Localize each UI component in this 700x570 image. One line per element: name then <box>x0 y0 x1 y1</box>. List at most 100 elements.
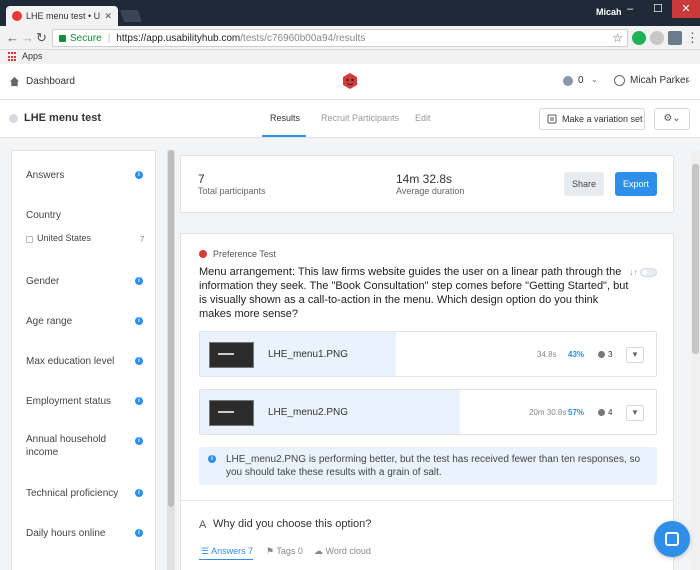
app-header: Dashboard 0 ⌄ Micah Parker ⌄ <box>0 64 700 100</box>
notification-count[interactable]: 0 <box>578 75 584 86</box>
country-checkbox[interactable] <box>26 236 33 243</box>
tab-close-icon[interactable]: ✕ <box>104 11 112 22</box>
info-icon[interactable]: i <box>135 171 143 179</box>
participants-icon <box>598 351 605 358</box>
option-thumbnail[interactable] <box>209 342 254 368</box>
maximize-window-button[interactable]: ☐ <box>644 0 672 18</box>
variation-set-label: Make a variation set <box>562 114 643 124</box>
chevron-down-icon[interactable]: ⌄ <box>591 75 598 84</box>
option-thumbnail[interactable] <box>209 400 254 426</box>
followup-question-text: Why did you choose this option? <box>213 518 372 530</box>
option-name: LHE_menu1.PNG <box>268 349 349 360</box>
apps-grid-icon[interactable] <box>8 52 18 62</box>
sort-icon[interactable]: ↓↑ <box>629 267 638 277</box>
extension-icon[interactable] <box>650 31 664 45</box>
browser-titlebar: LHE menu test • Usability ✕ Micah – ☐ ✕ <box>0 0 700 26</box>
grammarly-extension-icon[interactable] <box>632 31 646 45</box>
browser-menu-icon[interactable]: ⋮ <box>686 31 699 45</box>
new-tab-button[interactable] <box>119 10 143 22</box>
info-icon[interactable]: i <box>135 317 143 325</box>
sort-toggle[interactable] <box>640 268 657 277</box>
option-row[interactable]: LHE_menu1.PNG 34.8s 43% 3 ▼ <box>199 331 657 377</box>
reload-icon[interactable]: ↻ <box>36 31 47 45</box>
total-participants-label: Total participants <box>198 186 266 196</box>
share-button[interactable]: Share <box>564 172 604 196</box>
chat-widget-button[interactable] <box>654 521 690 557</box>
filter-annual-household-income[interactable]: Annual household income <box>26 433 132 459</box>
question-text: Menu arrangement: This law firms website… <box>199 266 629 320</box>
page-scrollbar[interactable] <box>691 150 700 570</box>
participants-icon <box>598 409 605 416</box>
url-host: https://app.usabilityhub.com <box>116 32 241 44</box>
section-divider <box>181 500 675 501</box>
preference-test-card: Preference Test Menu arrangement: This l… <box>180 233 675 570</box>
tab-results[interactable]: Results <box>270 113 300 123</box>
url-input[interactable]: Secure | https://app.usabilityhub.com /t… <box>52 29 628 47</box>
user-menu-chevron-icon[interactable]: ⌄ <box>685 75 692 84</box>
browser-tab[interactable]: LHE menu test • Usability ✕ <box>6 6 118 26</box>
browser-address-bar: ← → ↻ Secure | https://app.usabilityhub.… <box>0 26 700 50</box>
info-icon[interactable]: i <box>135 529 143 537</box>
filter-funnel-icon[interactable]: ▼ <box>626 405 644 421</box>
option-name: LHE_menu2.PNG <box>268 407 349 418</box>
tab-edit[interactable]: Edit <box>415 113 431 123</box>
home-icon[interactable] <box>9 76 20 87</box>
active-subtab-indicator <box>199 559 253 560</box>
results-notice: i LHE_menu2.PNG is performing better, bu… <box>199 447 657 485</box>
tab-word-cloud[interactable]: ☁ Word cloud <box>314 546 371 557</box>
option-row[interactable]: LHE_menu2.PNG 20m 30.8s 57% 4 ▼ <box>199 389 657 435</box>
test-name: LHE menu test <box>24 112 102 124</box>
sidebar-scrollbar-thumb[interactable] <box>168 150 174 507</box>
filter-max-education-level[interactable]: Max education level <box>26 355 132 368</box>
filter-answers[interactable]: Answers <box>26 169 132 182</box>
bookmark-apps[interactable]: Apps <box>22 51 43 61</box>
notifications-icon[interactable] <box>563 76 573 86</box>
lock-icon <box>59 34 66 42</box>
average-duration-label: Average duration <box>396 186 465 196</box>
info-icon[interactable]: i <box>135 357 143 365</box>
user-avatar-icon[interactable] <box>614 75 625 86</box>
secure-label: Secure <box>70 32 102 44</box>
country-option-label[interactable]: United States <box>37 233 91 243</box>
extension-badge-icon[interactable] <box>668 31 682 45</box>
info-icon: i <box>208 455 216 463</box>
option-percent: 43% <box>568 350 585 359</box>
info-icon[interactable]: i <box>135 489 143 497</box>
user-menu[interactable]: Micah Parker <box>630 75 689 86</box>
info-icon[interactable]: i <box>135 397 143 405</box>
export-button[interactable]: Export <box>615 172 657 196</box>
minimize-window-button[interactable]: – <box>616 0 644 18</box>
back-arrow-icon[interactable]: ← <box>6 31 19 45</box>
option-average-time: 34.8s <box>537 350 557 359</box>
url-path: /tests/c76960b00a94/results <box>240 32 366 44</box>
dashboard-link[interactable]: Dashboard <box>26 76 75 87</box>
results-summary-card: 7 Total participants 14m 32.8s Average d… <box>180 155 674 213</box>
usabilityhub-logo-icon[interactable] <box>341 72 359 90</box>
notice-text: LHE_menu2.PNG is performing better, but … <box>226 454 641 478</box>
info-icon[interactable]: i <box>135 437 143 445</box>
info-icon[interactable]: i <box>135 277 143 285</box>
active-tab-indicator <box>262 135 306 137</box>
tab-title: LHE menu test • Usability <box>26 11 101 21</box>
average-duration-value: 14m 32.8s <box>396 172 453 186</box>
test-header: LHE menu test Results Recruit Participan… <box>0 100 700 138</box>
bookmarks-bar: Apps <box>0 50 700 64</box>
bookmark-star-icon[interactable]: ☆ <box>612 31 623 45</box>
close-window-button[interactable]: ✕ <box>672 0 700 18</box>
filter-employment-status[interactable]: Employment status <box>26 395 132 408</box>
test-status-icon <box>9 114 18 123</box>
tab-tags[interactable]: ⚑ Tags 0 <box>266 546 303 557</box>
question-type-label: Preference Test <box>213 249 276 259</box>
filter-gender[interactable]: Gender <box>26 275 132 288</box>
tab-recruit-participants[interactable]: Recruit Participants <box>321 113 399 123</box>
filter-technical-proficiency[interactable]: Technical proficiency <box>26 487 132 500</box>
filter-age-range[interactable]: Age range <box>26 315 132 328</box>
forward-arrow-icon[interactable]: → <box>21 31 34 45</box>
make-variation-set-button[interactable]: Make a variation set <box>539 108 645 130</box>
filter-funnel-icon[interactable]: ▼ <box>626 347 644 363</box>
settings-gear-button[interactable]: ⚙⌄ <box>654 108 690 130</box>
tab-answers[interactable]: ☰ Answers 7 <box>201 546 253 557</box>
variation-set-icon <box>547 114 557 124</box>
filter-country[interactable]: Country <box>26 209 132 222</box>
filter-daily-hours-online[interactable]: Daily hours online <box>26 527 132 540</box>
